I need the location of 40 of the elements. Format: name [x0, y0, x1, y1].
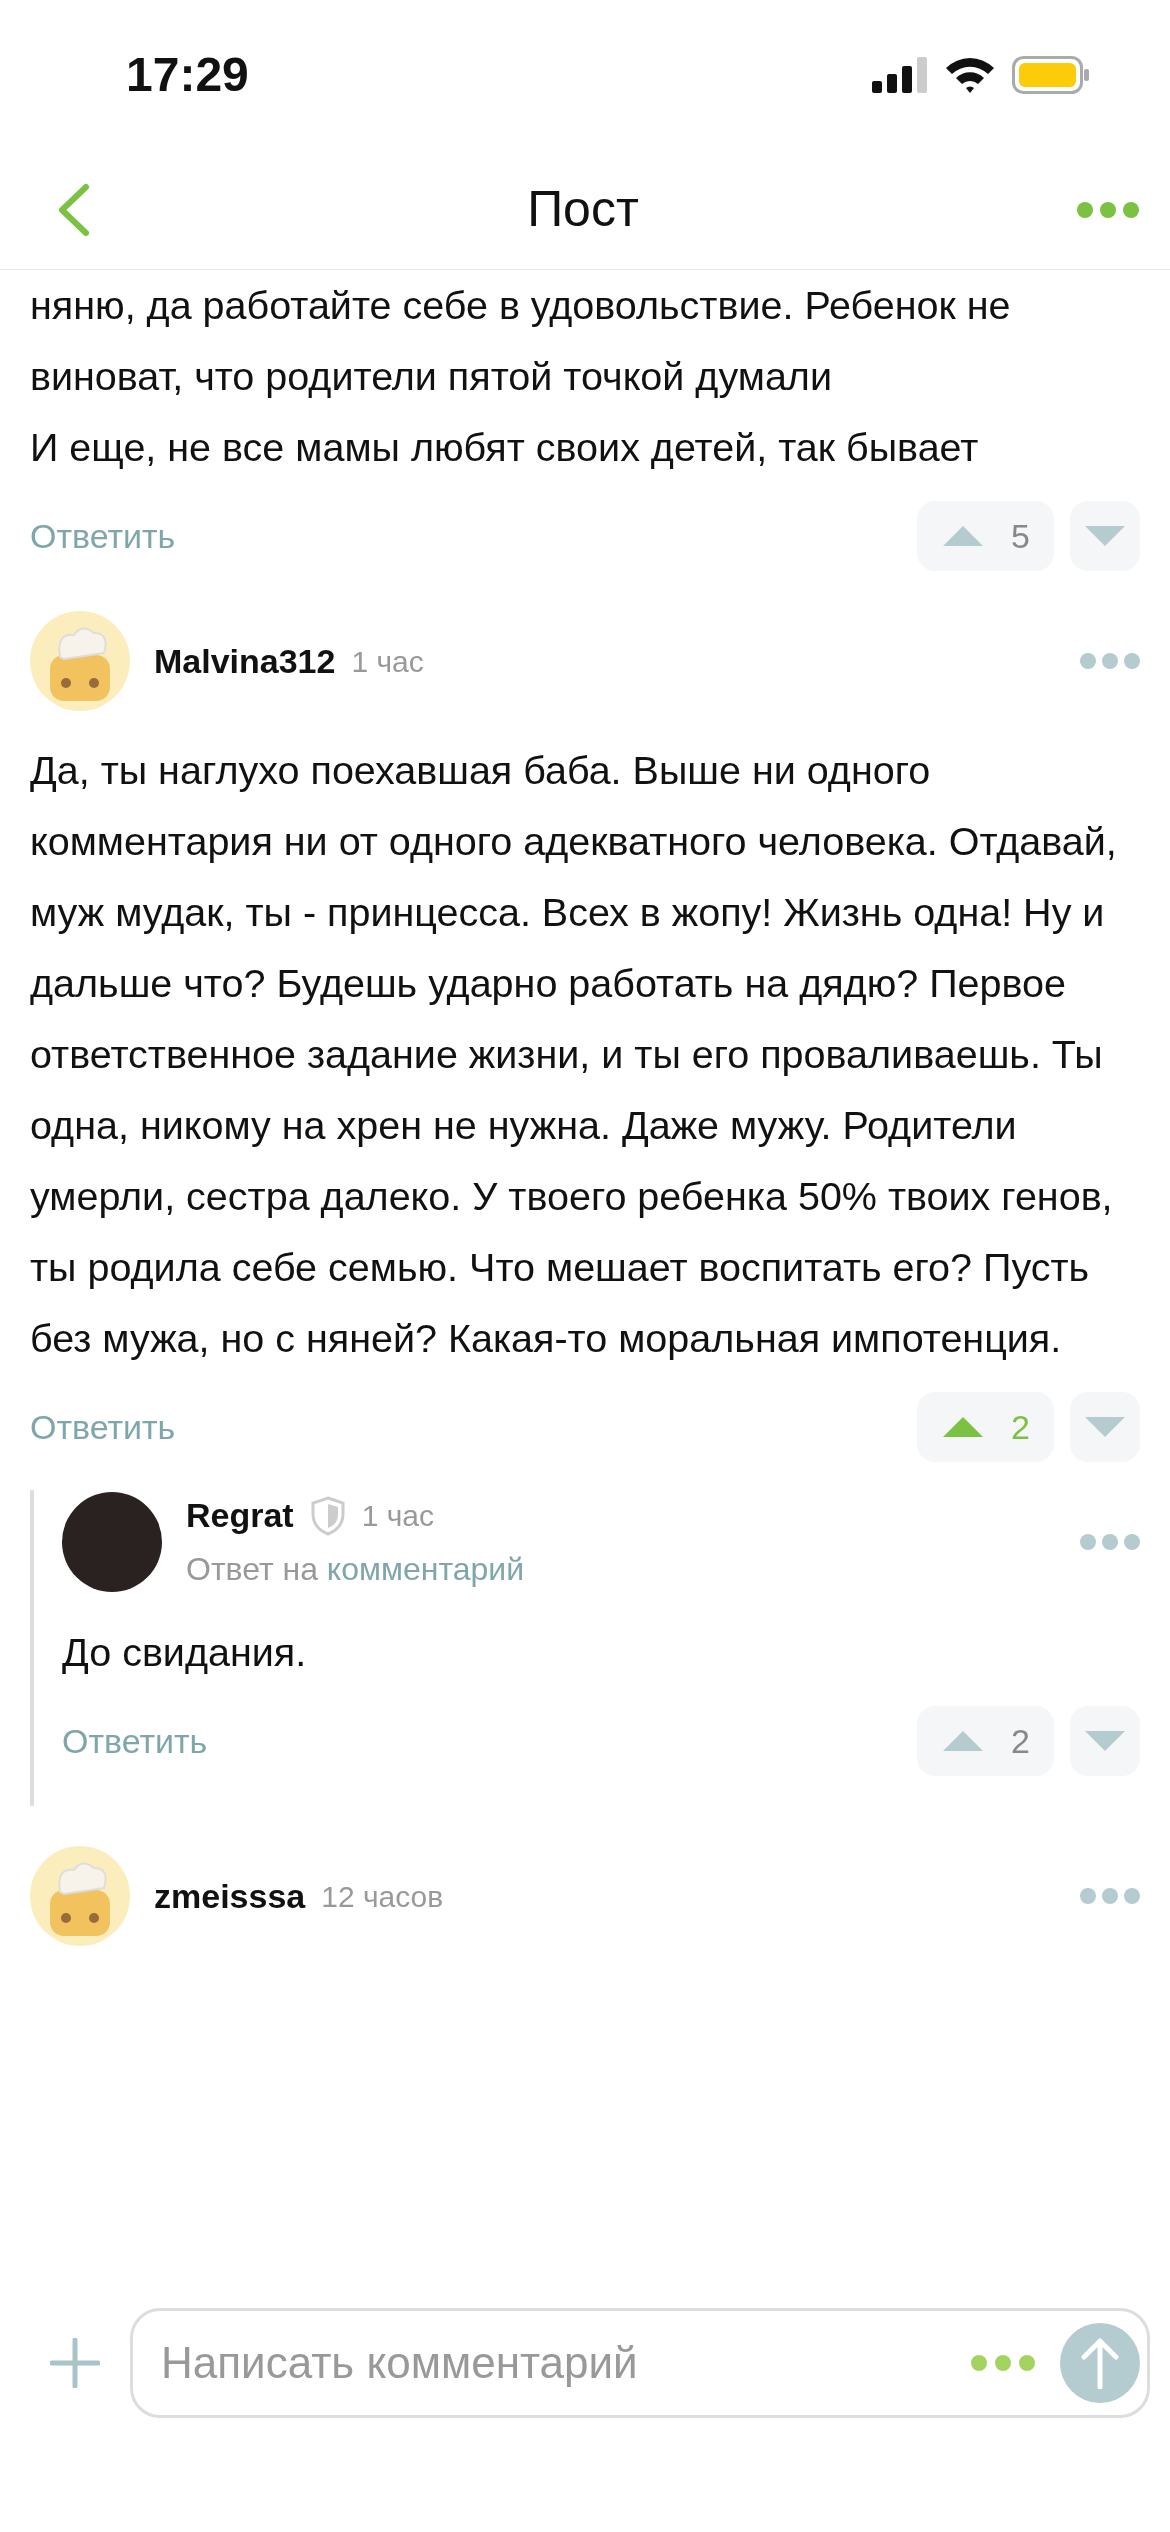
upvote-button[interactable]: 2	[917, 1392, 1054, 1462]
status-time: 17:29	[126, 47, 249, 103]
downvote-button[interactable]	[1070, 1706, 1140, 1776]
reply-to-text: Ответ на комментарий	[186, 1550, 526, 1589]
triangle-down-icon	[1083, 1415, 1127, 1439]
reply-button[interactable]: Ответить	[62, 1715, 208, 1767]
downvote-button[interactable]	[1070, 1392, 1140, 1462]
reply-button[interactable]: Ответить	[30, 1401, 176, 1453]
battery-icon	[1012, 56, 1090, 94]
username[interactable]: Regrat	[186, 1490, 294, 1541]
triangle-up-icon	[941, 524, 986, 548]
username[interactable]: Malvina312	[154, 635, 336, 687]
back-button[interactable]	[56, 182, 90, 237]
comment-text: И еще, не все мамы любят своих детей, так бывает	[30, 424, 980, 471]
comment-time: 1 час	[351, 643, 424, 680]
comment-text: няню, да работайте себе в удовольствие. Ребенок не виноват, что родители пятой точкой думали	[30, 282, 1012, 400]
downvote-button[interactable]	[1070, 501, 1140, 571]
more-icon[interactable]	[1080, 1888, 1140, 1904]
more-icon[interactable]	[1080, 653, 1140, 669]
wifi-icon	[944, 56, 996, 94]
username[interactable]: zmeisssa	[154, 1870, 306, 1922]
comment-input-field[interactable]: Написать комментарий	[130, 2308, 1150, 2418]
reply-button[interactable]: Ответить	[30, 510, 176, 562]
comment-text: Да, ты наглухо поехавшая баба. Выше ни одного комментария ни от одного адекватного человека. Отдавай, муж мудак, ты - принцесса. Всех в жопу! Жизнь одна! Ну и дальше что? Будешь ударно работать на дядю? Первое ответственное задание жизни, и ты его проваливаешь. Ты одна, никому на хрен не нужна. Даже мужу. Родители умерли, сестра далеко. У твоего ребенка 50% твоих генов, ты родила себе семью. Что мешает воспитать его? Пусть без мужа, но с няней? Какая-то моральная импотенция.	[30, 747, 1118, 1362]
comment-text: До свидания.	[62, 1629, 308, 1676]
triangle-up-icon	[941, 1729, 986, 1753]
plus-icon[interactable]	[50, 2338, 100, 2388]
triangle-up-icon	[941, 1415, 986, 1439]
up-arrow-icon	[1080, 2337, 1120, 2389]
upvote-button[interactable]: 2	[917, 1706, 1054, 1776]
comment-link[interactable]: комментарий	[326, 1551, 525, 1587]
comment-time: 1 час	[361, 1498, 435, 1534]
comment-time: 12 часов	[321, 1878, 444, 1915]
triangle-down-icon	[1083, 1729, 1127, 1753]
more-icon[interactable]	[1080, 1533, 1140, 1550]
signal-icon	[872, 57, 928, 93]
triangle-down-icon	[1083, 524, 1127, 548]
upvote-button[interactable]: 5	[917, 501, 1054, 571]
more-dots-icon[interactable]	[970, 2354, 1036, 2372]
page-title: Пост	[527, 180, 639, 239]
